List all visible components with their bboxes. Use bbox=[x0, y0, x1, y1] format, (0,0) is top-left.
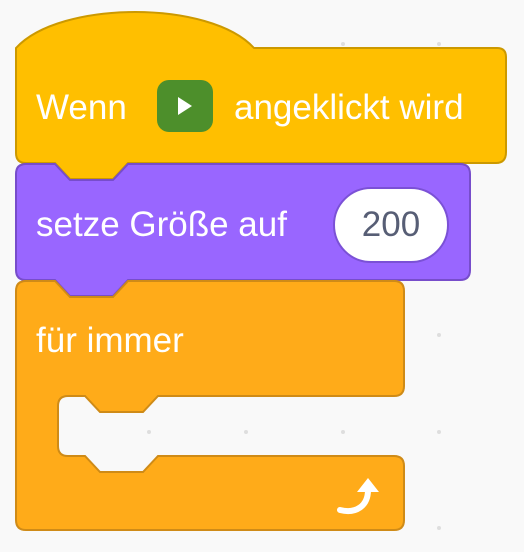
forever-label: für immer bbox=[36, 321, 184, 360]
block-shapes bbox=[15, 11, 507, 531]
green-flag-icon bbox=[178, 97, 192, 115]
scripts-workspace[interactable]: Wenn angeklickt wird setze Größe auf 200… bbox=[0, 0, 524, 552]
loop-arrow-icon bbox=[337, 478, 379, 514]
clicked-label: angeklickt wird bbox=[234, 88, 464, 127]
size-value-input[interactable]: 200 bbox=[333, 187, 449, 263]
set-size-label: setze Größe auf bbox=[36, 205, 287, 244]
green-flag-icon bbox=[157, 80, 213, 132]
when-label: Wenn bbox=[36, 88, 127, 127]
